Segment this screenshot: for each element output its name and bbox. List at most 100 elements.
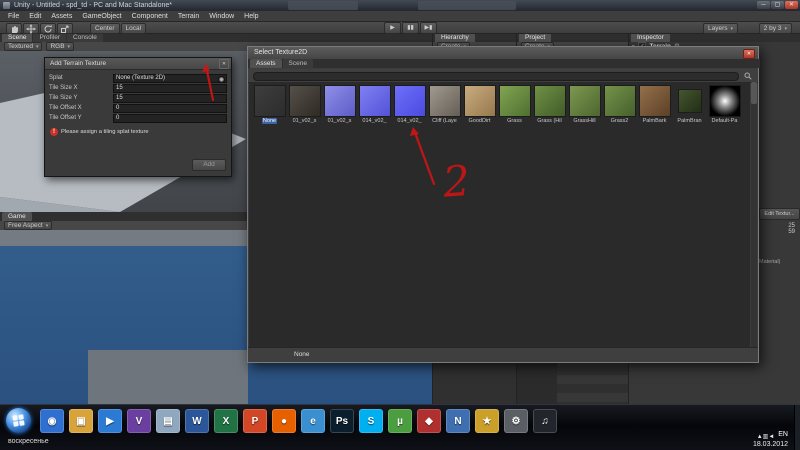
- texture-item-grasshill[interactable]: GrassHill: [567, 85, 602, 124]
- render-mode-dropdown[interactable]: Textured ▾: [4, 42, 43, 51]
- texture-item-cliff-laye[interactable]: Cliff (Laye: [427, 85, 462, 124]
- rotate-tool-button[interactable]: [40, 23, 56, 34]
- add-button[interactable]: Add: [192, 159, 226, 171]
- texture-label: None: [261, 118, 278, 124]
- pause-button[interactable]: ▮▮: [402, 22, 419, 34]
- field-splat[interactable]: None (Texture 2D): [113, 73, 227, 83]
- taskbar-icon[interactable]: W: [185, 409, 209, 433]
- texture-item-01-v02-s[interactable]: 01_v02_s: [287, 85, 322, 124]
- taskbar-icon[interactable]: S: [359, 409, 383, 433]
- channel-mode-dropdown[interactable]: RGB ▾: [46, 42, 75, 51]
- field-row-tile-offset-x: Tile Offset X 0: [49, 103, 227, 113]
- window-titlebar[interactable]: Unity - Untitled - spd_td - PC and Mac S…: [0, 0, 800, 11]
- taskbar-icon[interactable]: X: [214, 409, 238, 433]
- menu-item-terrain[interactable]: Terrain: [173, 13, 204, 20]
- object-picker-icon[interactable]: [218, 75, 225, 83]
- edit-texture-button[interactable]: Edit Textur...: [759, 208, 800, 220]
- picker-statusbar: None: [248, 347, 758, 362]
- tab-game[interactable]: Game: [2, 212, 32, 221]
- texture-item-palmbran[interactable]: PalmBran: [672, 85, 707, 124]
- texture-item-grass-hil[interactable]: Grass (Hil: [532, 85, 567, 124]
- taskbar-icon[interactable]: ♫: [533, 409, 557, 433]
- menu-item-edit[interactable]: Edit: [24, 13, 46, 20]
- menu-item-gameobject[interactable]: GameObject: [77, 13, 126, 20]
- texture-label: Grass2: [610, 118, 629, 124]
- picker-close-button[interactable]: ✕: [743, 49, 755, 59]
- maximize-button[interactable]: ▢: [771, 1, 784, 9]
- start-button[interactable]: [6, 408, 31, 433]
- picker-scrollbar[interactable]: [751, 82, 757, 348]
- texture-item-none[interactable]: None: [252, 85, 287, 124]
- step-button[interactable]: ▶▮: [420, 22, 437, 34]
- texture-item-014-v02[interactable]: 014_v02_: [392, 85, 427, 124]
- field-value: 0: [116, 115, 120, 121]
- picker-tab-assets[interactable]: Assets: [250, 59, 282, 68]
- scale-tool-button[interactable]: [57, 23, 73, 34]
- texture-item-default-pa[interactable]: Default-Pa: [707, 85, 742, 124]
- menu-item-assets[interactable]: Assets: [46, 13, 77, 20]
- menu-item-help[interactable]: Help: [239, 13, 263, 20]
- taskbar-icon[interactable]: µ: [388, 409, 412, 433]
- taskbar-icon[interactable]: ▣: [69, 409, 93, 433]
- texture-item-gooddirt[interactable]: GoodDirt: [462, 85, 497, 124]
- close-button[interactable]: ✕: [785, 1, 798, 9]
- background-window[interactable]: [288, 1, 358, 10]
- texture-item-palmbark[interactable]: PalmBark: [637, 85, 672, 124]
- field-label: Tile Offset Y: [49, 115, 82, 121]
- field-label: Tile Size Y: [49, 95, 78, 101]
- taskbar-icon[interactable]: P: [243, 409, 267, 433]
- taskbar-icon[interactable]: N: [446, 409, 470, 433]
- tab-inspector[interactable]: Inspector: [631, 33, 670, 42]
- texture-item-01-v02-s[interactable]: 01_v02_s: [322, 85, 357, 124]
- texture-item-grass[interactable]: Grass: [497, 85, 532, 124]
- dialog-close-button[interactable]: ✕: [219, 59, 229, 69]
- texture-item-014-v02[interactable]: 014_v02_: [357, 85, 392, 124]
- taskbar-icon[interactable]: V: [127, 409, 151, 433]
- field-tile-size-x[interactable]: 15: [113, 83, 227, 93]
- taskbar-icon[interactable]: ◆: [417, 409, 441, 433]
- taskbar-icon[interactable]: ◉: [40, 409, 64, 433]
- space-mode-button[interactable]: Local: [120, 23, 147, 34]
- tab-console[interactable]: Console: [67, 33, 103, 42]
- taskbar-icon[interactable]: e: [301, 409, 325, 433]
- aspect-dropdown[interactable]: Free Aspect ▾: [4, 221, 53, 230]
- picker-tab-scene[interactable]: Scene: [282, 59, 313, 68]
- field-tile-offset-x[interactable]: 0: [113, 103, 227, 113]
- windows-logo-icon: [12, 414, 25, 427]
- field-tile-offset-y[interactable]: 0: [113, 113, 227, 123]
- language-indicator[interactable]: EN: [778, 431, 788, 438]
- clock-date[interactable]: 18.03.2012: [753, 441, 788, 448]
- texture-thumbnail: [708, 85, 741, 117]
- taskbar-icon[interactable]: ⚙: [504, 409, 528, 433]
- taskbar-icon[interactable]: ▶: [98, 409, 122, 433]
- taskbar-icon[interactable]: ●: [272, 409, 296, 433]
- tray-icon[interactable]: ◄: [768, 434, 774, 440]
- move-tool-button[interactable]: [23, 23, 39, 34]
- field-tile-size-y[interactable]: 15: [113, 93, 227, 103]
- scrollbar-thumb[interactable]: [751, 82, 757, 104]
- taskbar-icon[interactable]: ▤: [156, 409, 180, 433]
- search-input[interactable]: [253, 72, 739, 81]
- texture-thumbnail: [428, 85, 461, 117]
- field-value: 0: [116, 105, 120, 111]
- texture-item-grass2[interactable]: Grass2: [602, 85, 637, 124]
- show-desktop-button[interactable]: [794, 405, 800, 450]
- minimize-button[interactable]: ─: [757, 1, 770, 9]
- taskbar-icon[interactable]: ★: [475, 409, 499, 433]
- tab-project[interactable]: Project: [519, 33, 552, 42]
- tab-scene[interactable]: Scene: [2, 33, 33, 42]
- pivot-mode-button[interactable]: Center: [90, 23, 120, 34]
- dialog-titlebar[interactable]: Add Terrain Texture ✕: [45, 58, 231, 70]
- tab-hierarchy[interactable]: Hierarchy: [435, 33, 475, 42]
- menu-item-file[interactable]: File: [3, 13, 24, 20]
- layers-dropdown[interactable]: Layers ▾: [702, 23, 738, 34]
- pan-tool-button[interactable]: [6, 23, 22, 34]
- menu-item-component[interactable]: Component: [127, 13, 173, 20]
- layout-dropdown[interactable]: 2 by 3 ▾: [758, 23, 792, 34]
- field-row-tile-size-x: Tile Size X 15: [49, 83, 227, 93]
- menu-item-window[interactable]: Window: [204, 13, 239, 20]
- taskbar-icon[interactable]: Ps: [330, 409, 354, 433]
- background-window[interactable]: [418, 1, 516, 10]
- play-button[interactable]: ▶: [384, 22, 401, 34]
- tab-profiler[interactable]: Profiler: [33, 33, 67, 42]
